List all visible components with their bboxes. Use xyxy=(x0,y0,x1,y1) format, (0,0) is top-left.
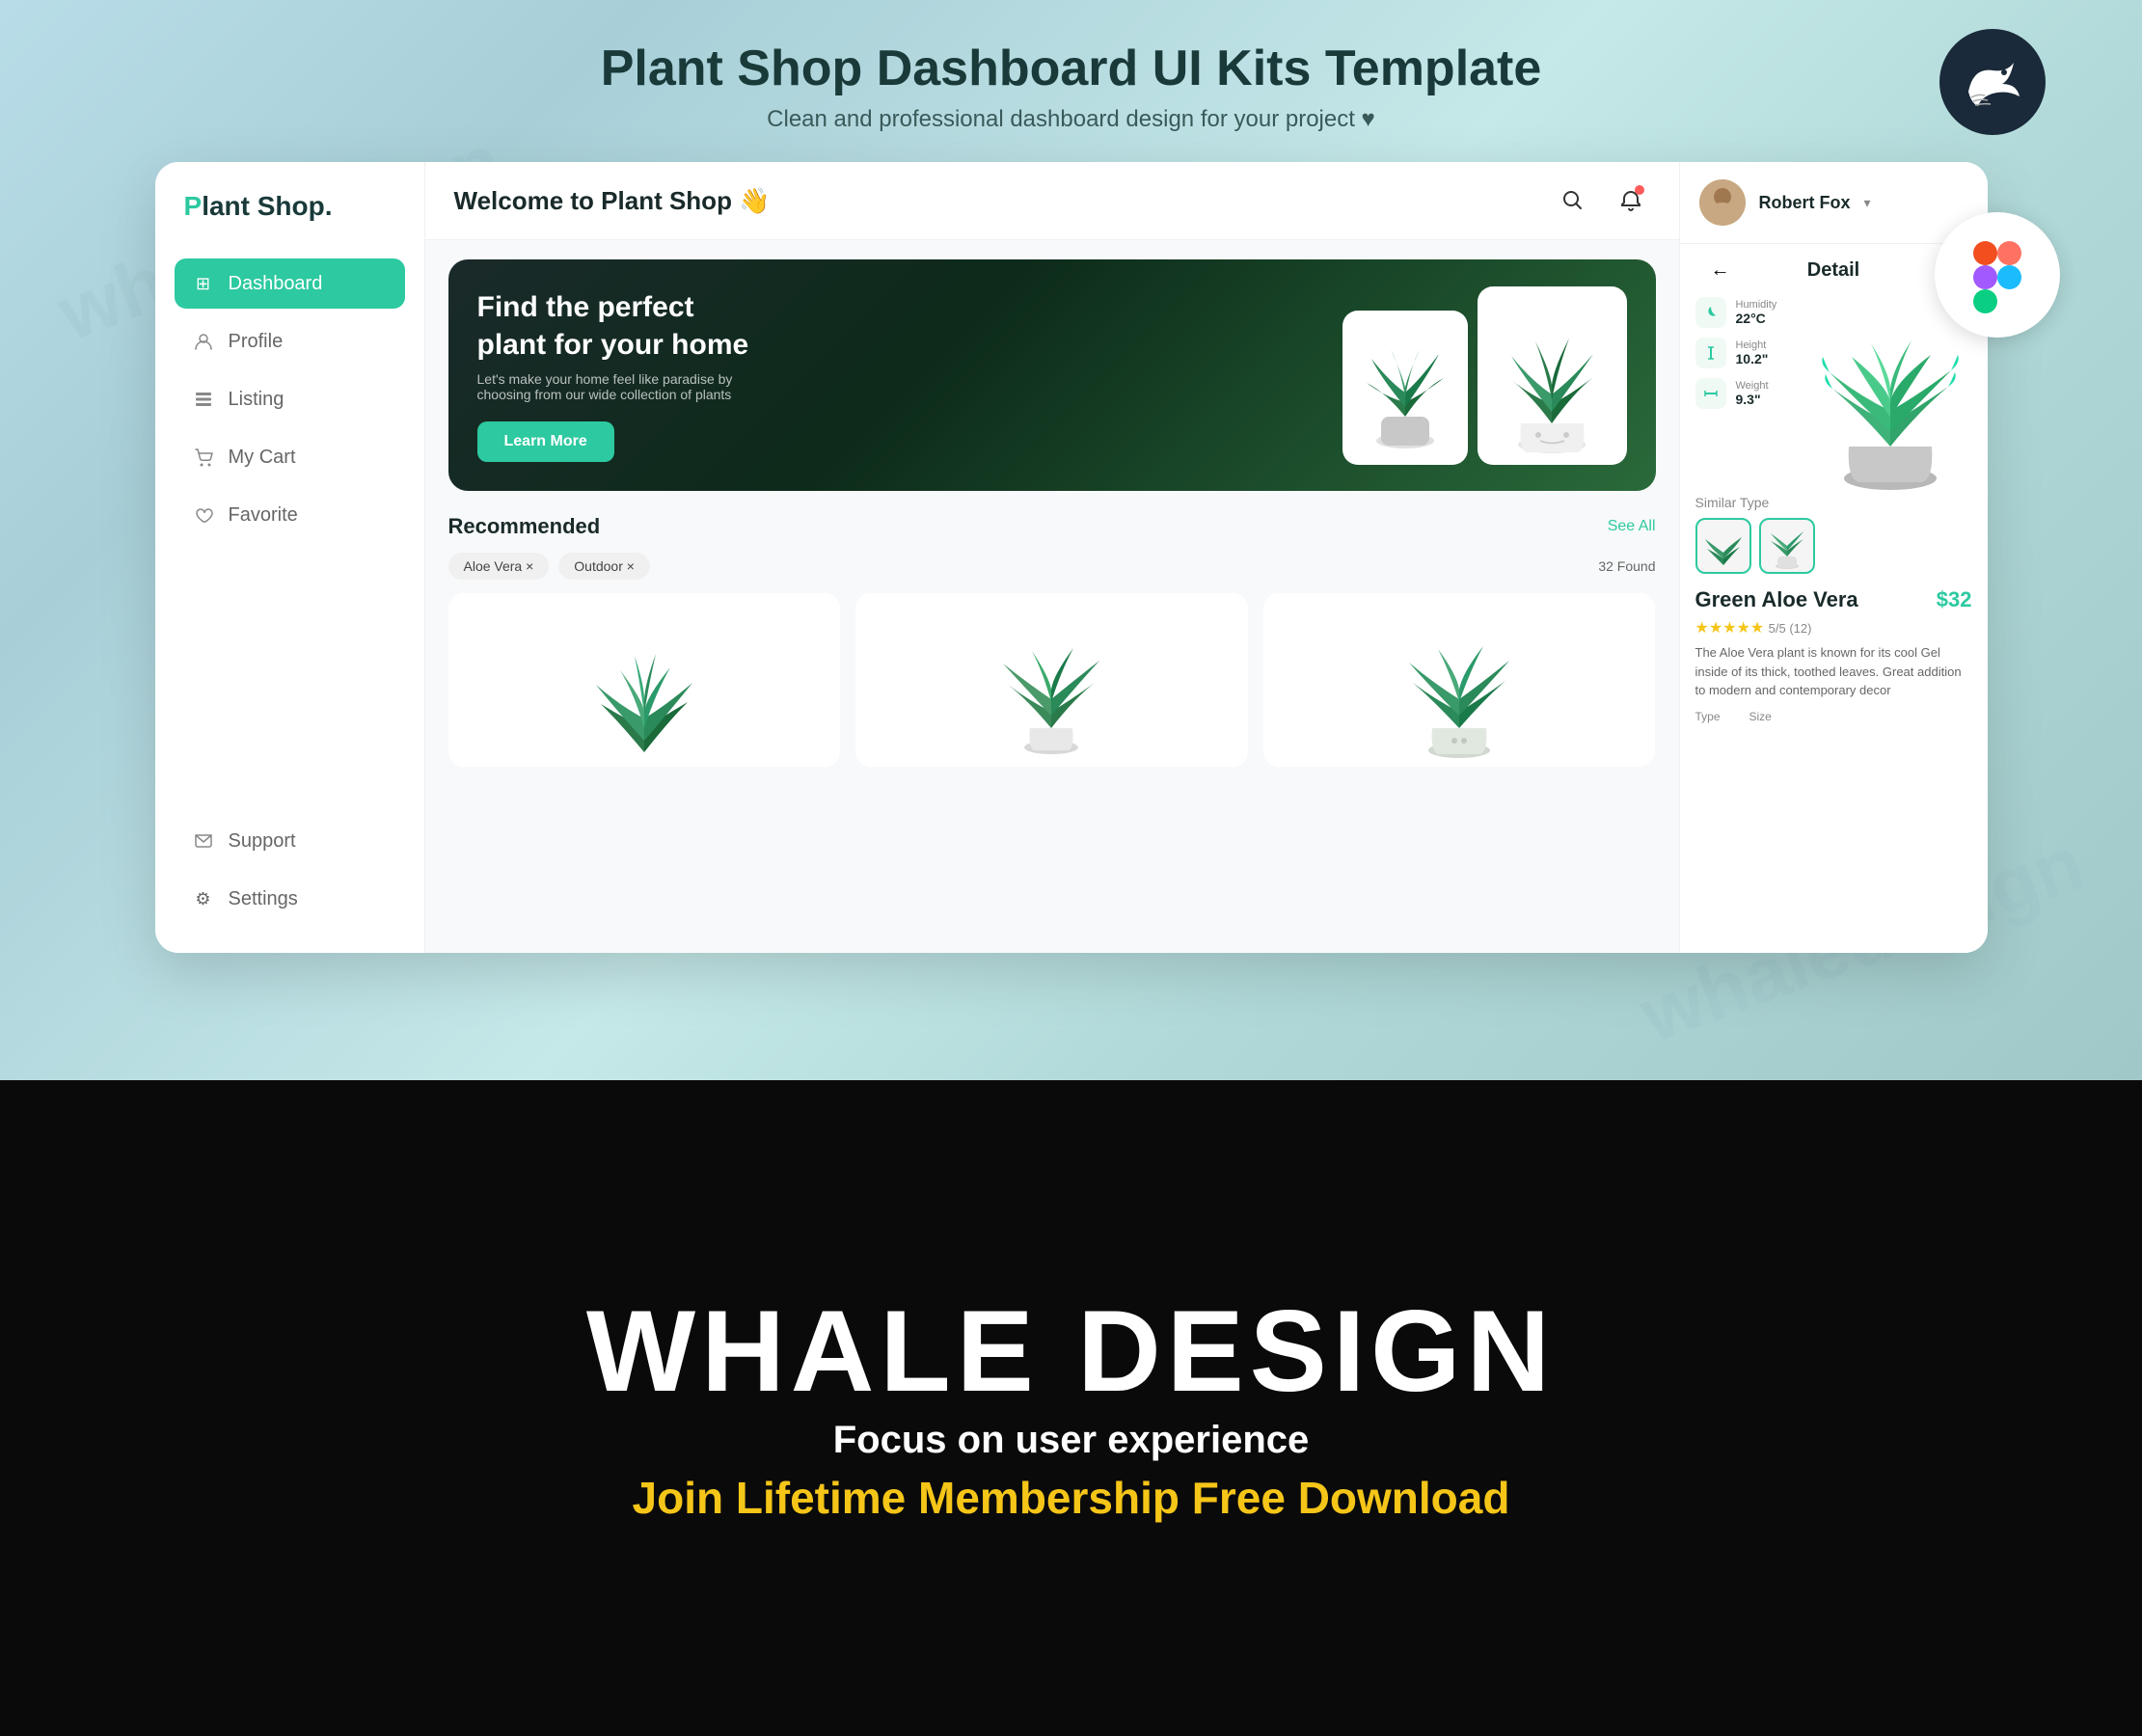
similar-images xyxy=(1695,518,1972,574)
detail-top: Humidity 22°C Height 10.2" xyxy=(1695,297,1972,495)
rec-title: Recommended xyxy=(448,514,601,539)
listing-icon xyxy=(192,388,215,411)
header-area: Plant Shop Dashboard UI Kits Template Cl… xyxy=(0,0,2142,152)
detail-plant-image xyxy=(1808,297,1972,495)
sidebar-label-profile: Profile xyxy=(229,331,284,353)
hero-title: Find the perfect plant for your home xyxy=(477,288,767,364)
sidebar-item-support[interactable]: Support xyxy=(175,816,405,866)
user-info: Robert Fox xyxy=(1759,193,1851,213)
favorite-icon xyxy=(192,503,215,527)
dashboard-mockup: Plant Shop. ⊞ Dashboard Profile Listing xyxy=(155,162,1988,953)
height-stat: Height 10.2" xyxy=(1695,338,1799,368)
notification-dot xyxy=(1635,185,1644,195)
bottom-section: WHALE DESIGN Focus on user experience Jo… xyxy=(0,1080,2142,1736)
sidebar-label-favorite: Favorite xyxy=(229,504,298,527)
filter-tags: Aloe Vera × Outdoor × xyxy=(448,553,650,580)
sidebar-label-mycart: My Cart xyxy=(229,447,296,469)
main-title: Welcome to Plant Shop 👋 xyxy=(454,186,771,216)
header-subtitle: Clean and professional dashboard design … xyxy=(58,106,2084,133)
plant-card-2[interactable] xyxy=(855,593,1248,767)
weight-icon xyxy=(1695,378,1726,409)
similar-img-1[interactable] xyxy=(1695,518,1751,574)
back-arrow[interactable]: ← xyxy=(1711,259,1730,282)
humidity-stat: Humidity 22°C xyxy=(1695,297,1799,328)
plant-stars: ★★★★★ 5/5 (12) xyxy=(1695,618,1972,637)
header-title: Plant Shop Dashboard UI Kits Template xyxy=(58,39,2084,98)
star-count: 5/5 (12) xyxy=(1769,621,1812,636)
similar-img-2[interactable] xyxy=(1759,518,1815,574)
dashboard-icon: ⊞ xyxy=(192,272,215,295)
brand-name: WHALE DESIGN xyxy=(586,1293,1556,1409)
found-count: 32 Found xyxy=(1598,558,1655,574)
filter-tag-aloe[interactable]: Aloe Vera × xyxy=(448,553,550,580)
hero-subtitle: Let's make your home feel like paradise … xyxy=(477,371,747,402)
hero-plants xyxy=(1342,286,1627,465)
cart-icon xyxy=(192,446,215,469)
notification-button[interactable] xyxy=(1612,181,1650,220)
logo-p: P xyxy=(184,191,203,221)
height-text: Height 10.2" xyxy=(1736,339,1769,366)
height-icon xyxy=(1695,338,1726,368)
humidity-text: Humidity 22°C xyxy=(1736,299,1777,326)
plant-name: Green Aloe Vera xyxy=(1695,587,1858,612)
sidebar-label-settings: Settings xyxy=(229,888,298,910)
user-name: Robert Fox xyxy=(1759,193,1851,213)
size-col: Size xyxy=(1749,710,1772,723)
header-text: Plant Shop Dashboard UI Kits Template Cl… xyxy=(58,39,2084,133)
plant-card-3[interactable] xyxy=(1263,593,1656,767)
detail-nav-title: Detail xyxy=(1807,259,1859,282)
sidebar-item-dashboard[interactable]: ⊞ Dashboard xyxy=(175,258,405,309)
type-size-row: Type Size xyxy=(1695,710,1972,723)
plant-price: $32 xyxy=(1937,587,1972,612)
hero-plant-card-2 xyxy=(1478,286,1627,465)
figma-badge xyxy=(1935,212,2060,338)
whale-logo xyxy=(1939,29,2046,135)
filter-bar: Aloe Vera × Outdoor × 32 Found xyxy=(448,553,1656,580)
sidebar-item-profile[interactable]: Profile xyxy=(175,316,405,366)
user-avatar xyxy=(1699,179,1746,226)
sidebar: Plant Shop. ⊞ Dashboard Profile Listing xyxy=(155,162,425,953)
brand-cta: Join Lifetime Membership Free Download xyxy=(633,1472,1510,1524)
sidebar-item-mycart[interactable]: My Cart xyxy=(175,432,405,482)
hero-banner: Find the perfect plant for your home Let… xyxy=(448,259,1656,491)
main-content: Welcome to Plant Shop 👋 xyxy=(425,162,1679,953)
user-chevron[interactable]: ▾ xyxy=(1864,195,1871,211)
brand-tagline: Focus on user experience xyxy=(833,1419,1310,1462)
plant-desc: The Aloe Vera plant is known for its coo… xyxy=(1695,643,1972,700)
sidebar-item-settings[interactable]: ⚙ Settings xyxy=(175,874,405,924)
plant-grid xyxy=(448,593,1656,767)
sidebar-item-label: Dashboard xyxy=(229,273,323,295)
main-body: Find the perfect plant for your home Let… xyxy=(425,240,1679,953)
sidebar-label-listing: Listing xyxy=(229,389,285,411)
hero-plant-card-1 xyxy=(1342,311,1468,465)
support-icon xyxy=(192,829,215,853)
logo: Plant Shop. xyxy=(175,191,405,222)
search-button[interactable] xyxy=(1554,181,1592,220)
sidebar-item-favorite[interactable]: Favorite xyxy=(175,490,405,540)
see-all-link[interactable]: See All xyxy=(1608,518,1656,535)
similar-type-label: Similar Type xyxy=(1695,495,1972,510)
detail-nav: ← Detail xyxy=(1695,259,1972,282)
type-col: Type xyxy=(1695,710,1721,723)
header-icons xyxy=(1554,181,1650,220)
learn-more-button[interactable]: Learn More xyxy=(477,421,614,462)
settings-icon: ⚙ xyxy=(192,887,215,910)
sidebar-label-support: Support xyxy=(229,830,296,853)
plant-name-row: Green Aloe Vera $32 xyxy=(1695,587,1972,612)
filter-tag-outdoor[interactable]: Outdoor × xyxy=(558,553,650,580)
main-header: Welcome to Plant Shop 👋 xyxy=(425,162,1679,240)
detail-stats-col: Humidity 22°C Height 10.2" xyxy=(1695,297,1799,495)
humidity-icon xyxy=(1695,297,1726,328)
recommended-header: Recommended See All xyxy=(448,514,1656,539)
weight-text: Weight 9.3" xyxy=(1736,380,1769,407)
hero-text: Find the perfect plant for your home Let… xyxy=(477,288,767,462)
sidebar-item-listing[interactable]: Listing xyxy=(175,374,405,424)
plant-card-1[interactable] xyxy=(448,593,841,767)
detail-content: ← Detail Humidity 22°C xyxy=(1680,244,1988,953)
detail-header: Robert Fox ▾ xyxy=(1680,162,1988,244)
weight-stat: Weight 9.3" xyxy=(1695,378,1799,409)
profile-icon xyxy=(192,330,215,353)
